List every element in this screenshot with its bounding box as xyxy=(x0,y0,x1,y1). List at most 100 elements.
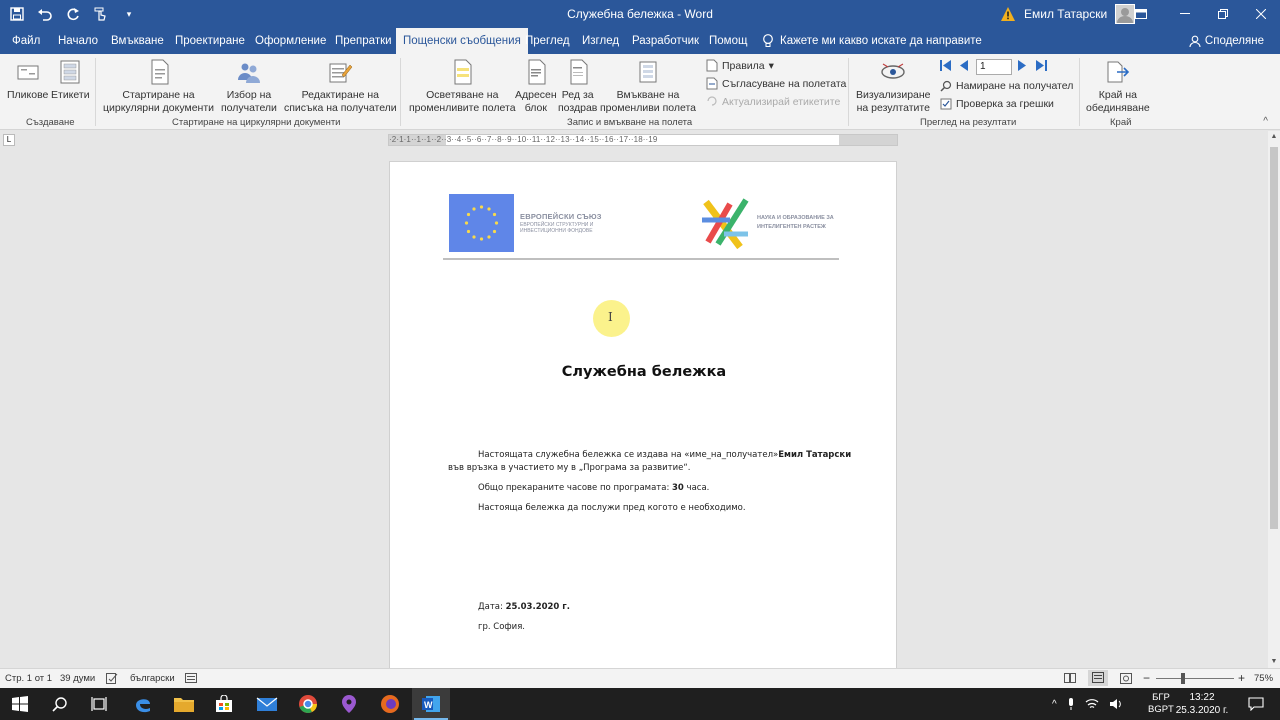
file-explorer-icon[interactable] xyxy=(172,692,196,716)
paragraph-date: Дата: 25.03.2020 г. xyxy=(478,602,570,612)
zoom-in-button[interactable]: + xyxy=(1238,671,1245,685)
check-errors-button[interactable]: Проверка за грешки xyxy=(940,98,1054,110)
zoom-out-button[interactable]: − xyxy=(1143,671,1150,685)
scrollbar-thumb[interactable] xyxy=(1270,147,1278,529)
search-icon[interactable] xyxy=(48,692,72,716)
edit-recipient-list-button[interactable]: Редактиране на списъка на получатели xyxy=(284,58,397,114)
task-view-icon[interactable] xyxy=(87,692,111,716)
tab-insert[interactable]: Вмъкване xyxy=(111,28,164,54)
read-mode-icon[interactable] xyxy=(1064,673,1076,686)
maps-icon[interactable] xyxy=(337,692,361,716)
zoom-level[interactable]: 75% xyxy=(1254,673,1273,684)
ribbon-display-options-icon[interactable] xyxy=(1122,0,1160,28)
check-errors-icon xyxy=(940,98,952,110)
macro-record-icon[interactable] xyxy=(185,673,197,686)
tell-me-box[interactable]: Кажете ми какво искате да направите xyxy=(762,28,982,54)
group-label-preview: Преглед на резултати xyxy=(920,117,1017,128)
address-block-button[interactable]: Адресен блок xyxy=(515,58,557,114)
rules-button[interactable]: Правила ▾ xyxy=(706,59,774,72)
share-label: Споделяне xyxy=(1204,35,1264,47)
greeting-line-button[interactable]: Ред за поздрав xyxy=(558,58,597,114)
find-recipient-button[interactable]: Намиране на получател xyxy=(940,80,1073,92)
zoom-slider[interactable] xyxy=(1156,678,1234,679)
header-divider xyxy=(443,258,839,260)
word-icon[interactable]: W xyxy=(419,692,443,716)
firefox-icon[interactable] xyxy=(378,692,402,716)
windows-start-icon[interactable] xyxy=(8,692,32,716)
zoom-slider-thumb[interactable] xyxy=(1181,673,1185,684)
wifi-icon[interactable] xyxy=(1085,698,1099,710)
proofing-icon[interactable] xyxy=(106,673,118,687)
start-mail-merge-button[interactable]: Стартиране на циркулярни документи xyxy=(103,58,214,114)
match-fields-icon xyxy=(706,77,718,90)
account-area[interactable]: Емил Татарски xyxy=(1000,4,1136,24)
windows-taskbar: W ^ БГР BGPT 13:22 25.3.2020 г. xyxy=(0,688,1280,720)
collapse-ribbon-icon[interactable]: ^ xyxy=(1263,116,1268,127)
preview-results-button[interactable]: Визуализиране на резултатите xyxy=(856,58,931,114)
notifications-icon[interactable] xyxy=(1244,692,1268,716)
record-number-input[interactable]: 1 xyxy=(976,59,1012,75)
microphone-icon[interactable] xyxy=(1067,697,1075,711)
match-fields-button[interactable]: Съгласуване на полетата xyxy=(706,77,846,90)
document-heading: Служебна бележка xyxy=(561,364,727,380)
vertical-scrollbar[interactable]: ▲ ▼ xyxy=(1268,131,1280,668)
highlight-merge-fields-button[interactable]: Осветяване на променливите полета xyxy=(409,58,516,114)
print-layout-icon[interactable] xyxy=(1088,670,1108,686)
tab-mailings[interactable]: Пощенски съобщения xyxy=(396,28,528,54)
word-count[interactable]: 39 думи xyxy=(60,673,95,684)
page-count[interactable]: Стр. 1 от 1 xyxy=(5,673,52,684)
horizontal-ruler[interactable]: ·2·1·1··1··1··2··3··4··5··6··7··8··9··10… xyxy=(388,134,898,146)
close-icon[interactable] xyxy=(1242,0,1280,28)
select-recipients-button[interactable]: Избор на получатели xyxy=(221,58,277,114)
edge-browser-icon[interactable] xyxy=(131,692,155,716)
tab-developer[interactable]: Разработчик xyxy=(632,28,699,54)
tab-selector[interactable]: L xyxy=(3,134,15,146)
input-language[interactable]: БГР BGPT xyxy=(1148,688,1174,720)
scroll-down-icon[interactable]: ▼ xyxy=(1268,656,1280,668)
tab-file[interactable]: Файл xyxy=(12,28,40,54)
show-hidden-icons-icon[interactable]: ^ xyxy=(1052,699,1057,710)
insert-merge-field-button[interactable]: Вмъкване на променливи полета xyxy=(600,58,696,114)
tab-view[interactable]: Изглед xyxy=(582,28,619,54)
system-clock[interactable]: 13:22 25.3.2020 г. xyxy=(1172,691,1232,717)
web-layout-icon[interactable] xyxy=(1120,673,1132,687)
scroll-up-icon[interactable]: ▲ xyxy=(1268,131,1280,143)
group-label-start: Стартиране на циркулярни документи xyxy=(172,117,341,128)
warning-icon xyxy=(1001,7,1015,21)
rules-icon xyxy=(706,59,718,72)
update-labels-button[interactable]: Актуализирай етикетите xyxy=(706,95,840,108)
paragraph-issued-to: Настоящата служебна бележка се издава на… xyxy=(478,450,852,460)
volume-icon[interactable] xyxy=(1109,698,1123,710)
paragraph-hours: Общо прекараните часове по програмата: 3… xyxy=(478,483,710,493)
science-logo-line1: НАУКА И ОБРАЗОВАНИЕ ЗА xyxy=(757,215,834,221)
tab-home[interactable]: Начало xyxy=(58,28,98,54)
labels-button[interactable]: Етикети xyxy=(51,58,90,102)
document-merge-icon xyxy=(151,59,169,85)
document-area[interactable]: ЕВРОПЕЙСКИ СЪЮЗ ЕВРОПЕЙСКИ СТРУКТУРНИ И … xyxy=(0,148,1268,681)
tab-layout[interactable]: Оформление xyxy=(255,28,326,54)
greeting-line-icon xyxy=(570,59,588,85)
science-education-logo xyxy=(700,192,752,252)
tab-design[interactable]: Проектиране xyxy=(175,28,245,54)
minimize-icon[interactable] xyxy=(1166,0,1204,28)
ruler-ticks: ·2·1·1··1··1··2··3··4··5··6··7··8··9··10… xyxy=(389,135,658,144)
next-record-icon[interactable] xyxy=(1018,60,1027,71)
envelopes-button[interactable]: Пликове xyxy=(7,58,48,102)
ribbon-mailings: Пликове Етикети Създаване Стартиране на … xyxy=(0,54,1280,130)
group-separator xyxy=(95,58,96,126)
tab-review[interactable]: Преглед xyxy=(525,28,570,54)
language-indicator[interactable]: български xyxy=(130,673,175,684)
first-record-icon[interactable] xyxy=(940,60,951,71)
update-labels-icon xyxy=(707,96,717,106)
restore-icon[interactable] xyxy=(1204,0,1242,28)
tab-help[interactable]: Помощ xyxy=(709,28,747,54)
finish-merge-button[interactable]: Край на обединяване xyxy=(1086,58,1150,114)
tab-references[interactable]: Препратки xyxy=(335,28,392,54)
mail-icon[interactable] xyxy=(255,692,279,716)
previous-record-icon[interactable] xyxy=(959,60,968,71)
document-page[interactable]: ЕВРОПЕЙСКИ СЪЮЗ ЕВРОПЕЙСКИ СТРУКТУРНИ И … xyxy=(389,161,897,681)
chrome-icon[interactable] xyxy=(296,692,320,716)
last-record-icon[interactable] xyxy=(1036,60,1047,71)
share-button[interactable]: Споделяне xyxy=(1189,28,1264,54)
store-icon[interactable] xyxy=(212,692,236,716)
